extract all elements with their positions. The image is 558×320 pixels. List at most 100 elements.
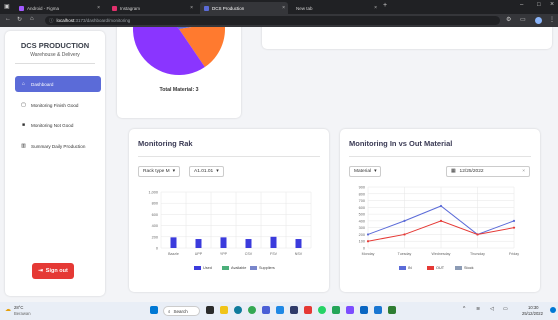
whatsapp-icon[interactable] (318, 306, 326, 314)
sidebar-item-dashboard[interactable]: ⌂ Dashboard (15, 76, 101, 92)
location-select[interactable]: A1.01.01 ▾ (189, 166, 224, 177)
notification-icon[interactable] (550, 307, 556, 313)
minimize-icon[interactable]: – (520, 2, 523, 8)
legend-swatch (194, 266, 201, 270)
sidebar-item-label: Summary Daily Production (31, 143, 86, 149)
app-area: DCS PRODUCTION Warehouse & Delivery ⌂ Das… (0, 27, 558, 302)
vscode-icon[interactable] (360, 306, 368, 314)
wifi-icon[interactable]: ≋ (476, 306, 480, 312)
sign-out-button[interactable]: ⇥ Sign out (32, 263, 74, 279)
back-icon[interactable]: ← (5, 16, 11, 22)
figma-icon (19, 5, 24, 11)
x-tick-label: NSV (295, 252, 303, 256)
new-tab-icon[interactable]: + (383, 2, 387, 9)
y-tick-label: 200 (359, 233, 365, 237)
sidebar: DCS PRODUCTION Warehouse & Delivery ⌂ Das… (5, 31, 105, 296)
home-icon: ⌂ (21, 81, 26, 87)
reload-icon[interactable]: ↻ (17, 16, 22, 23)
tab-label: Android - Figma (27, 5, 60, 11)
date-picker[interactable]: ▦ 12/25/2022 × (446, 166, 530, 177)
taskbar: ☁ 28°C Berawan ⌕ Search ^ ≋ ◁ ▭ 10:30 25/… (0, 302, 558, 320)
address-bar[interactable]: ⓘ localhost:3173/dashboard/monitoring (45, 16, 500, 25)
app-icon[interactable] (346, 306, 354, 314)
legend-label: IN (408, 266, 412, 270)
total-material-label: Total Material: 3 (159, 87, 199, 93)
battery-icon[interactable]: ▭ (503, 306, 508, 312)
select-value: A1.01.01 (194, 169, 214, 174)
brand-subtitle: Warehouse & Delivery (30, 52, 80, 58)
close-icon[interactable]: × (190, 5, 193, 11)
tab-instagram[interactable]: Instagram × (108, 2, 196, 14)
app-icon[interactable] (332, 306, 340, 314)
maximize-icon[interactable]: □ (537, 2, 541, 8)
tab-new-tab[interactable]: New tab × (292, 2, 380, 14)
home-icon[interactable]: ⌂ (30, 16, 34, 22)
data-point (403, 219, 406, 222)
browser-menu-icon[interactable]: ⋮ (549, 16, 555, 23)
x-tick-label: Friday (509, 252, 519, 256)
x-tick-label: Wednesday (432, 252, 451, 256)
app-icon[interactable] (388, 306, 396, 314)
close-icon[interactable]: × (97, 5, 100, 11)
sidebar-item-label: Monitoring Finish Good (31, 102, 79, 108)
sidebar-item-label: Monitoring Not Good (31, 122, 74, 128)
app-icon[interactable] (374, 306, 382, 314)
x-tick-label: UPP (195, 252, 203, 256)
taskbar-search[interactable]: ⌕ Search (163, 306, 200, 316)
volume-icon[interactable]: ◁ (490, 306, 494, 312)
legend-label: OUT (436, 266, 445, 270)
chrome-icon[interactable] (248, 306, 256, 314)
y-tick-label: 0 (363, 247, 365, 251)
window-menu-icon[interactable]: ▣ (4, 3, 10, 10)
divider (138, 156, 320, 157)
legend-swatch (399, 266, 406, 270)
data-point (512, 226, 516, 229)
legend-label: Used (203, 266, 212, 270)
tab-dcs-production[interactable]: DCS Production × (200, 2, 288, 14)
x-tick-label: YPP (220, 252, 228, 256)
store-icon[interactable] (262, 306, 270, 314)
file-explorer-icon[interactable] (220, 306, 228, 314)
x-tick-label: Bazzle (168, 252, 179, 256)
y-tick-label: 900 (359, 186, 365, 190)
rack-type-select[interactable]: Rack type M ▾ (138, 166, 181, 177)
clock-time[interactable]: 10:30 (528, 305, 538, 310)
sidebar-item-monitoring-finish-good[interactable]: ▢ Monitoring Finish Good (15, 97, 105, 113)
tab-figma[interactable]: Android - Figma × (15, 2, 103, 14)
tray-chevron-icon[interactable]: ^ (463, 306, 465, 312)
card-title: Monitoring In vs Out Material (349, 139, 453, 148)
y-tick-label: 600 (152, 213, 158, 217)
y-tick-label: 400 (359, 219, 365, 223)
card-title: Monitoring Rak (138, 139, 193, 148)
legend-label: Available (231, 266, 246, 270)
sidebar-icon[interactable]: ▭ (520, 16, 526, 23)
x-tick-label: Tuesday (398, 252, 412, 256)
profile-avatar[interactable] (535, 17, 542, 24)
select-value: Rack type M (143, 169, 170, 174)
mail-icon[interactable] (276, 306, 284, 314)
y-tick-label: 800 (359, 192, 365, 196)
sidebar-item-monitoring-not-good[interactable]: ■ Monitoring Not Good (15, 117, 105, 133)
app-icon[interactable] (290, 306, 298, 314)
app-icon[interactable] (304, 306, 312, 314)
clock-date[interactable]: 25/12/2022 (522, 311, 543, 316)
close-icon[interactable]: × (374, 5, 377, 11)
browser-toolbar: ← ↻ ⌂ ⓘ localhost:3173/dashboard/monitor… (0, 14, 558, 27)
material-select[interactable]: Material ▾ (349, 166, 382, 177)
select-value: Material (354, 169, 372, 174)
calendar-icon: ▦ (451, 169, 456, 174)
legend-swatch (222, 266, 229, 270)
task-view-icon[interactable] (206, 306, 214, 314)
close-icon[interactable]: × (282, 5, 285, 11)
sidebar-item-summary-daily-production[interactable]: ▥ Summary Daily Production (15, 138, 105, 154)
edge-icon[interactable] (234, 306, 242, 314)
legend-swatch (250, 266, 257, 270)
clear-icon[interactable]: × (522, 169, 525, 174)
close-window-icon[interactable]: × (550, 1, 554, 8)
chevron-down-icon: ▾ (172, 169, 176, 174)
start-icon[interactable] (150, 306, 158, 314)
extensions-icon[interactable]: ⚙ (506, 16, 511, 23)
bar (295, 239, 302, 248)
rak-bar-chart: 1,000 800 600 400 200 0 Bazzle UPP YPP CSV FSV NSV U… (148, 191, 312, 270)
sign-out-label: Sign out (45, 268, 68, 274)
